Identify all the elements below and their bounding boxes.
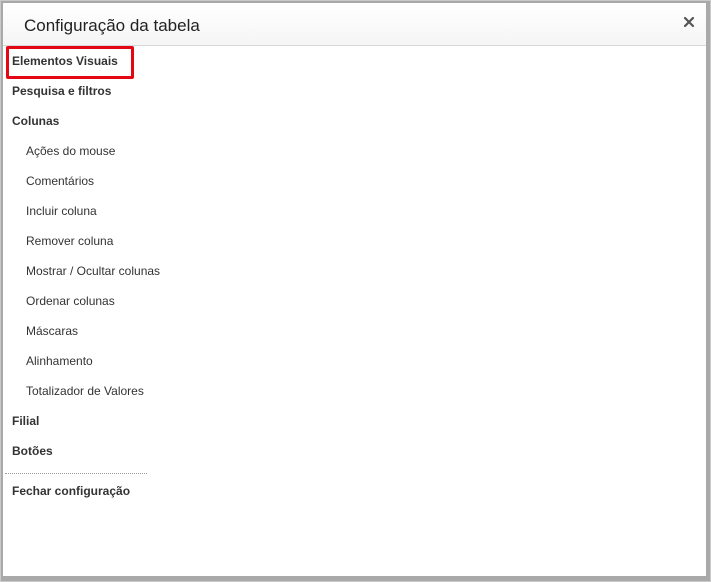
table-config-dialog: Configuração da tabela Elementos Visuais… (1, 1, 710, 581)
menu-item-colunas[interactable]: Colunas (12, 106, 59, 136)
menu-item-alinhamento[interactable]: Alinhamento (26, 346, 93, 376)
menu-item-comentarios[interactable]: Comentários (26, 166, 94, 196)
menu-item-remover-coluna[interactable]: Remover coluna (26, 226, 113, 256)
menu-item-mostrar-ocultar-colunas[interactable]: Mostrar / Ocultar colunas (26, 256, 160, 286)
menu-item-incluir-coluna[interactable]: Incluir coluna (26, 196, 97, 226)
menu-item-filial[interactable]: Filial (12, 406, 39, 436)
menu-item-mascaras[interactable]: Máscaras (26, 316, 78, 346)
menu-item-totalizador-valores[interactable]: Totalizador de Valores (26, 376, 144, 406)
dialog-title: Configuração da tabela (24, 16, 200, 35)
close-config-link[interactable]: Fechar configuração (12, 476, 130, 506)
menu-item-ordenar-colunas[interactable]: Ordenar colunas (26, 286, 115, 316)
menu-divider (5, 473, 147, 474)
menu-item-elementos-visuais[interactable]: Elementos Visuais (12, 46, 118, 76)
close-icon[interactable] (681, 14, 697, 30)
menu-item-botoes[interactable]: Botões (12, 436, 53, 466)
dialog-header: Configuração da tabela (3, 3, 706, 46)
menu-item-acoes-mouse[interactable]: Ações do mouse (26, 136, 115, 166)
menu-item-pesquisa-filtros[interactable]: Pesquisa e filtros (12, 76, 111, 106)
